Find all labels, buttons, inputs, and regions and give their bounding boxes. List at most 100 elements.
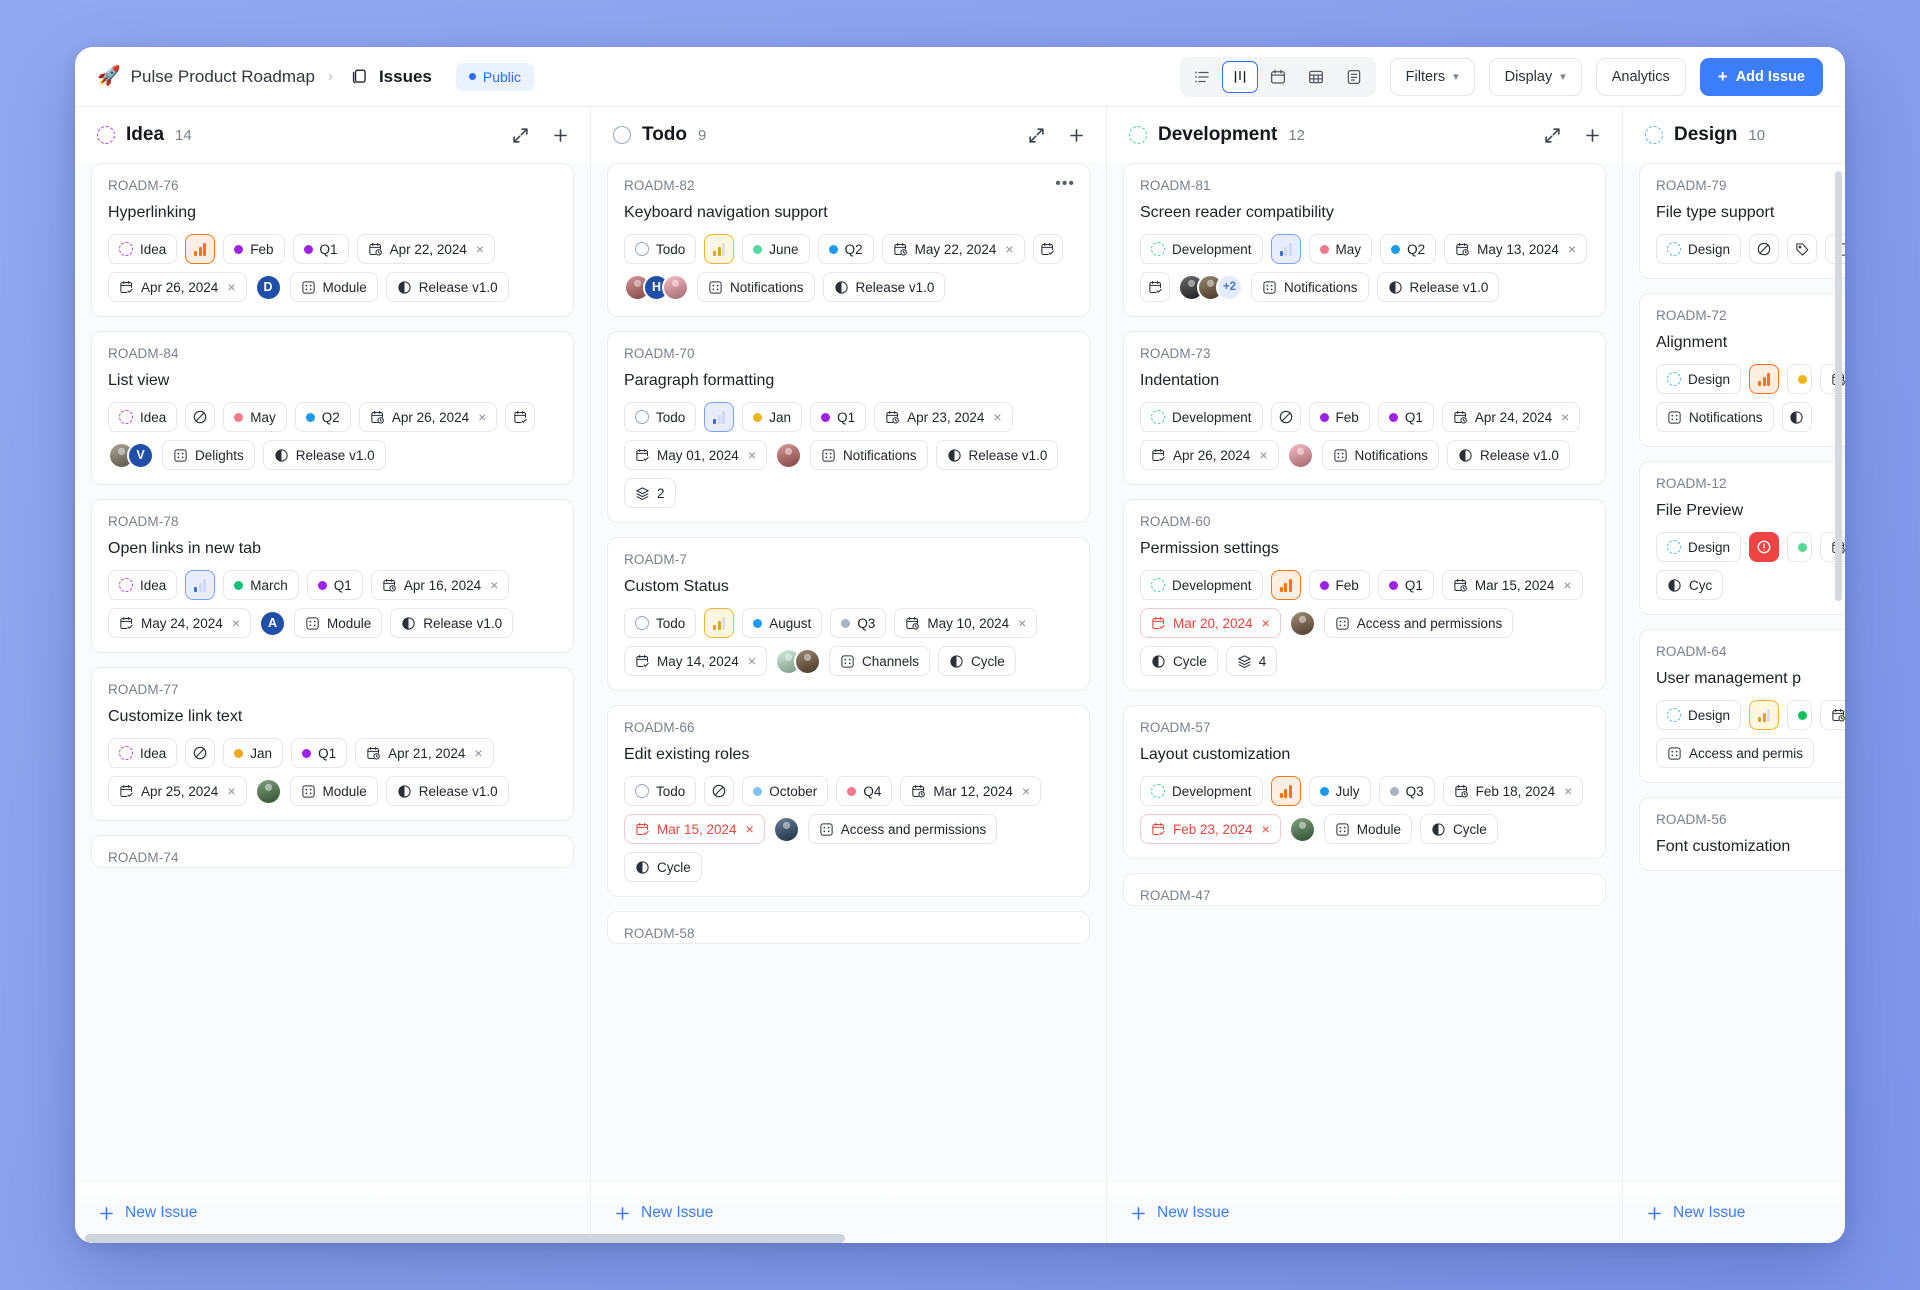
label-chip[interactable] <box>1787 364 1813 394</box>
due-date-chip[interactable]: Apr 25, 2024 × <box>108 776 247 806</box>
assignees[interactable]: V <box>108 440 154 470</box>
issue-card[interactable]: ROADM-74 <box>91 835 574 868</box>
label-chip[interactable]: Q1 <box>1377 402 1434 432</box>
priority-none-badge[interactable] <box>704 776 735 806</box>
remove-icon[interactable]: × <box>748 653 756 669</box>
module-chip[interactable]: Access and permis <box>1656 738 1815 768</box>
module-chip[interactable]: Module <box>289 272 378 302</box>
assignees[interactable] <box>772 814 800 844</box>
remove-icon[interactable]: × <box>1262 615 1270 631</box>
avatar[interactable]: D <box>254 273 282 301</box>
add-card-button[interactable] <box>1582 125 1602 145</box>
due-date-empty-chip[interactable] <box>1140 272 1170 302</box>
issue-card[interactable]: ROADM-84 List view Idea May Q2 Apr 26, 2024 × V… <box>91 331 574 485</box>
cycle-chip[interactable]: Release v1.0 <box>390 608 514 638</box>
due-date-chip[interactable]: May 01, 2024 × <box>624 440 767 470</box>
start-date-chip[interactable]: Apr 24, 2024 × <box>1441 402 1581 432</box>
assignees[interactable]: +2 <box>1178 272 1243 302</box>
label-chip[interactable]: Feb <box>1308 570 1370 600</box>
due-date-chip[interactable]: Mar 20, 2024 × <box>1140 608 1281 638</box>
add-card-button[interactable] <box>550 125 570 145</box>
vertical-scrollbar-thumb[interactable] <box>1835 171 1842 601</box>
module-chip[interactable]: Module <box>1323 814 1413 844</box>
label-chip[interactable]: May <box>223 402 287 432</box>
avatar[interactable] <box>1286 441 1314 469</box>
project-name[interactable]: Pulse Product Roadmap <box>131 67 315 87</box>
issue-card[interactable]: ROADM-78 Open links in new tab Idea March Q1… <box>91 499 574 653</box>
label-chip[interactable]: June <box>742 234 810 264</box>
remove-icon[interactable]: × <box>1568 241 1576 257</box>
state-chip[interactable]: Idea <box>108 738 178 768</box>
issue-card[interactable]: ROADM-58 <box>607 911 1090 944</box>
state-chip[interactable]: Todo <box>624 776 697 806</box>
priority-medium-badge[interactable] <box>1749 700 1780 730</box>
assignees[interactable] <box>1288 814 1316 844</box>
label-chip[interactable]: Q4 <box>836 776 893 806</box>
issue-card[interactable]: ROADM-64 User management p DesignMar 20, 2… <box>1639 629 1845 783</box>
list-view-button[interactable] <box>1184 61 1220 93</box>
avatar[interactable] <box>772 815 800 843</box>
calendar-view-button[interactable] <box>1260 61 1296 93</box>
label-chip[interactable]: August <box>742 608 823 638</box>
cycle-chip[interactable]: Cycle <box>624 852 702 882</box>
state-chip[interactable]: Design <box>1656 364 1742 394</box>
label-chip[interactable]: July <box>1308 776 1371 806</box>
module-chip[interactable]: Notifications <box>1251 272 1369 302</box>
start-date-chip[interactable]: Apr 21, 2024 × <box>355 738 494 768</box>
assignees[interactable] <box>775 646 821 676</box>
issue-card[interactable]: ROADM-70 Paragraph formatting Todo Jan Q1 Apr… <box>607 331 1090 523</box>
issue-card[interactable]: ROADM-47 <box>1123 873 1606 906</box>
label-chip[interactable]: Q1 <box>810 402 867 432</box>
cycle-chip[interactable]: Cycle <box>938 646 1016 676</box>
state-chip[interactable]: Design <box>1656 234 1742 264</box>
assignees[interactable] <box>775 440 802 470</box>
label-chip[interactable]: Q1 <box>1377 570 1434 600</box>
issue-card[interactable]: ROADM-12 File Preview DesignMay 31, 2024×M… <box>1639 461 1845 615</box>
module-chip[interactable]: Notifications <box>810 440 928 470</box>
remove-icon[interactable]: × <box>490 577 498 593</box>
avatar[interactable] <box>1288 609 1316 637</box>
filters-button[interactable]: Filters ▾ <box>1389 57 1475 96</box>
start-date-chip[interactable]: Apr 23, 2024 × <box>874 402 1013 432</box>
collapse-column-button[interactable] <box>510 125 530 145</box>
state-chip[interactable]: Design <box>1656 700 1742 730</box>
cycle-chip[interactable] <box>1781 402 1812 432</box>
module-chip[interactable]: Notifications <box>1656 402 1774 432</box>
state-chip[interactable]: Idea <box>108 402 178 432</box>
start-date-chip[interactable]: May 10, 2024 × <box>894 608 1038 638</box>
collapse-column-button[interactable] <box>1542 125 1562 145</box>
due-date-chip[interactable]: Apr 26, 2024 × <box>108 272 247 302</box>
add-issue-button[interactable]: + Add Issue <box>1699 57 1823 96</box>
priority-high-badge[interactable] <box>185 234 216 264</box>
priority-none-badge[interactable] <box>185 738 216 768</box>
vertical-scrollbar[interactable] <box>1835 171 1842 1223</box>
display-button[interactable]: Display ▾ <box>1488 57 1582 96</box>
remove-icon[interactable]: × <box>474 745 482 761</box>
remove-icon[interactable]: × <box>746 821 754 837</box>
state-chip[interactable]: Todo <box>624 234 697 264</box>
avatar[interactable] <box>662 273 689 301</box>
module-chip[interactable]: Delights <box>162 440 255 470</box>
due-date-empty-chip[interactable] <box>1032 234 1063 264</box>
remove-icon[interactable]: × <box>993 409 1001 425</box>
assignees[interactable]: H <box>624 272 689 302</box>
remove-icon[interactable]: × <box>1564 783 1572 799</box>
cycle-chip[interactable]: Cycle <box>1420 814 1498 844</box>
priority-urgent-badge[interactable] <box>1749 532 1780 562</box>
issue-card[interactable]: ROADM-56 Font customization <box>1639 797 1845 871</box>
module-chip[interactable]: Access and permissions <box>807 814 998 844</box>
avatar[interactable] <box>254 777 282 805</box>
avatar[interactable]: V <box>127 441 154 469</box>
label-chip[interactable]: Feb <box>1308 402 1370 432</box>
state-chip[interactable]: Development <box>1140 234 1263 264</box>
priority-none-badge[interactable] <box>1270 402 1301 432</box>
priority-high-badge[interactable] <box>1270 570 1301 600</box>
avatar[interactable] <box>794 647 821 675</box>
cycle-chip[interactable]: Release v1.0 <box>1447 440 1570 470</box>
start-date-chip[interactable]: Apr 22, 2024 × <box>356 234 496 264</box>
remove-icon[interactable]: × <box>476 241 484 257</box>
module-chip[interactable]: Notifications <box>1321 440 1440 470</box>
collapse-column-button[interactable] <box>1026 125 1046 145</box>
priority-high-badge[interactable] <box>1749 364 1780 394</box>
due-date-chip[interactable]: Mar 15, 2024 × <box>624 814 765 844</box>
